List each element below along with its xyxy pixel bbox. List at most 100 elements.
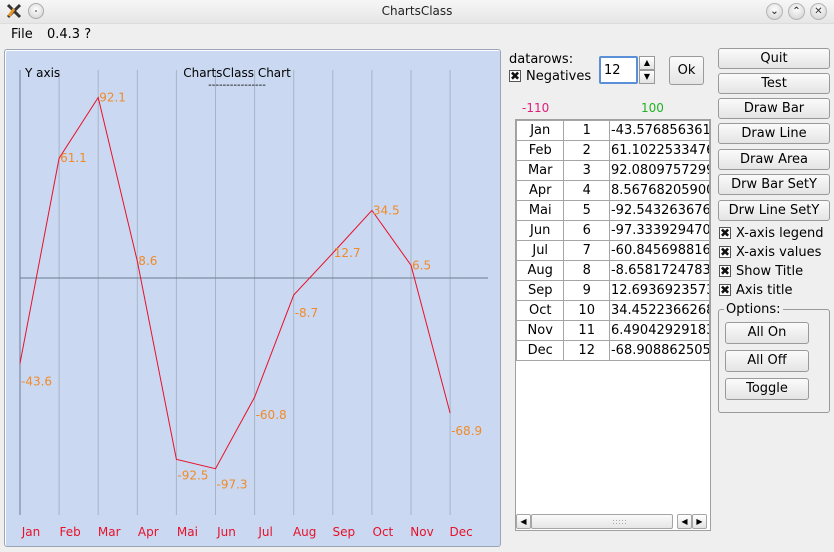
data-point-label: 92.1 [99, 90, 126, 104]
index-cell[interactable]: 9 [563, 280, 610, 301]
month-cell[interactable]: Dec [516, 340, 565, 361]
x-tick-label: Nov [410, 525, 433, 539]
value-cell[interactable]: -92.543263676 [608, 200, 710, 221]
grip-icon [612, 519, 626, 525]
table-row[interactable]: Jul 7 -60.845698816 [516, 240, 710, 261]
menu-version-help[interactable]: 0.4.3 ? [47, 27, 91, 42]
index-cell[interactable]: 4 [563, 180, 610, 201]
value-cell[interactable]: 6.49042929183 [608, 320, 710, 341]
arrow-left-icon: ◀ [520, 517, 527, 526]
value-cell[interactable]: -60.845698816 [608, 240, 710, 261]
table-row[interactable]: Jun 6 -97.333929470 [516, 220, 710, 241]
maximize-button[interactable]: ⌃ [788, 3, 805, 20]
draw-area-button[interactable]: Draw Area [718, 149, 830, 170]
minimize-button[interactable]: ⌄ [766, 3, 783, 20]
index-cell[interactable]: 3 [563, 160, 610, 181]
month-cell[interactable]: Mar [516, 160, 565, 181]
data-point-label: -97.3 [217, 478, 248, 492]
value-cell[interactable]: 92.0809757299 [608, 160, 710, 181]
x-tick-label: Oct [373, 525, 394, 539]
month-cell[interactable]: Jul [516, 240, 565, 261]
spin-up-button[interactable]: ▲ [639, 56, 655, 70]
month-cell[interactable]: Feb [516, 140, 565, 161]
table-row[interactable]: Feb 2 61.1022533476 [516, 140, 710, 161]
table-row[interactable]: Aug 8 -8.6581724783 [516, 260, 710, 281]
title-bar: ChartsClass ⌄ ⌃ ✕ [0, 0, 834, 24]
draw-bar-sety-button[interactable]: Drw Bar SetY [718, 174, 830, 195]
index-cell[interactable]: 7 [563, 240, 610, 261]
value-cell[interactable]: 8.56768205900 [608, 180, 710, 201]
data-point-label: 34.5 [373, 203, 400, 217]
chart-panel: Y axis ChartsClass Chart ---------------- -… [4, 49, 501, 547]
scroll-left-button[interactable]: ◀ [516, 514, 531, 529]
month-cell[interactable]: Aug [516, 260, 565, 281]
month-cell[interactable]: Sep [516, 280, 565, 301]
x-tick-label: Feb [59, 525, 80, 539]
value-cell[interactable]: -43.5768563613 [608, 120, 710, 141]
value-cell[interactable]: -68.908862505 [608, 340, 710, 361]
draw-line-sety-button[interactable]: Drw Line SetY [718, 200, 830, 221]
draw-bar-button[interactable]: Draw Bar [718, 98, 830, 119]
month-cell[interactable]: Jun [516, 220, 565, 241]
x-axis-values-checkbox[interactable]: ✖ [719, 246, 731, 258]
table-row[interactable]: Sep 9 12.6936923573 [516, 280, 710, 301]
month-cell[interactable]: Jan [516, 120, 565, 141]
scroll-right-button[interactable]: ▶ [692, 514, 707, 529]
month-cell[interactable]: Mai [516, 200, 565, 221]
all-on-button[interactable]: All On [725, 322, 809, 344]
index-cell[interactable]: 6 [563, 220, 610, 241]
toggle-button[interactable]: Toggle [725, 378, 809, 400]
index-cell[interactable]: 10 [563, 300, 610, 321]
x-tick-label: Jul [257, 525, 272, 539]
value-cell[interactable]: -8.6581724783 [608, 260, 710, 281]
table-row[interactable]: Mar 3 92.0809757299 [516, 160, 710, 181]
table-row[interactable]: Nov 11 6.49042929183 [516, 320, 710, 341]
table-row[interactable]: Dec 12 -68.908862505 [516, 340, 710, 361]
value-cell[interactable]: 12.6936923573 [608, 280, 710, 301]
menu-file[interactable]: File [11, 27, 33, 42]
table-row[interactable]: Jan 1 -43.5768563613 [516, 120, 710, 141]
axis-title-label: Axis title [736, 283, 793, 298]
draw-line-button[interactable]: Draw Line [718, 123, 830, 144]
month-cell[interactable]: Apr [516, 180, 565, 201]
table-row[interactable]: Apr 4 8.56768205900 [516, 180, 710, 201]
index-cell[interactable]: 11 [563, 320, 610, 341]
index-cell[interactable]: 2 [563, 140, 610, 161]
checkmark-x-icon: ✖ [720, 245, 731, 259]
value-cell[interactable]: -97.333929470 [608, 220, 710, 241]
table-row[interactable]: Mai 5 -92.543263676 [516, 200, 710, 221]
data-point-label: 6.5 [412, 258, 431, 272]
chevron-down-icon: ⌄ [770, 6, 779, 17]
data-point-label: -43.6 [21, 374, 52, 388]
arrow-up-icon: ▲ [643, 58, 651, 67]
data-point-label: -68.9 [451, 424, 482, 438]
value-cell[interactable]: 34.4522366268 [608, 300, 710, 321]
all-off-button[interactable]: All Off [725, 350, 809, 372]
close-button[interactable]: ✕ [810, 3, 827, 20]
x-tick-label: Apr [138, 525, 159, 539]
scroll-left-step-button[interactable]: ◀ [677, 514, 692, 529]
datarows-spinbox-input[interactable]: 12 [599, 56, 638, 84]
ok-button[interactable]: Ok [669, 56, 704, 85]
table-row[interactable]: Oct 10 34.4522366268 [516, 300, 710, 321]
x-tick-label: Jan [21, 525, 41, 539]
axis-title-checkbox[interactable]: ✖ [719, 284, 731, 296]
negatives-checkbox[interactable]: ✖ [509, 70, 521, 82]
checkmark-x-icon: ✖ [720, 226, 731, 240]
chart-title-underline: ---------------- [208, 80, 266, 91]
index-cell[interactable]: 8 [563, 260, 610, 281]
test-button[interactable]: Test [718, 73, 830, 94]
show-title-checkbox[interactable]: ✖ [719, 265, 731, 277]
month-cell[interactable]: Nov [516, 320, 565, 341]
index-cell[interactable]: 1 [563, 120, 610, 141]
index-cell[interactable]: 5 [563, 200, 610, 221]
index-cell[interactable]: 12 [563, 340, 610, 361]
x-axis-legend-checkbox[interactable]: ✖ [719, 227, 731, 239]
month-cell[interactable]: Oct [516, 300, 565, 321]
horizontal-scrollbar-thumb[interactable] [531, 514, 673, 529]
spin-down-button[interactable]: ▼ [639, 70, 655, 84]
value-cell[interactable]: 61.1022533476 [608, 140, 710, 161]
quit-button[interactable]: Quit [718, 48, 830, 69]
data-table[interactable]: Jan 1 -43.5768563613 Feb 2 61.1022533476 Mar 3 9… [515, 119, 711, 531]
checkmark-x-icon: ✖ [720, 283, 731, 297]
